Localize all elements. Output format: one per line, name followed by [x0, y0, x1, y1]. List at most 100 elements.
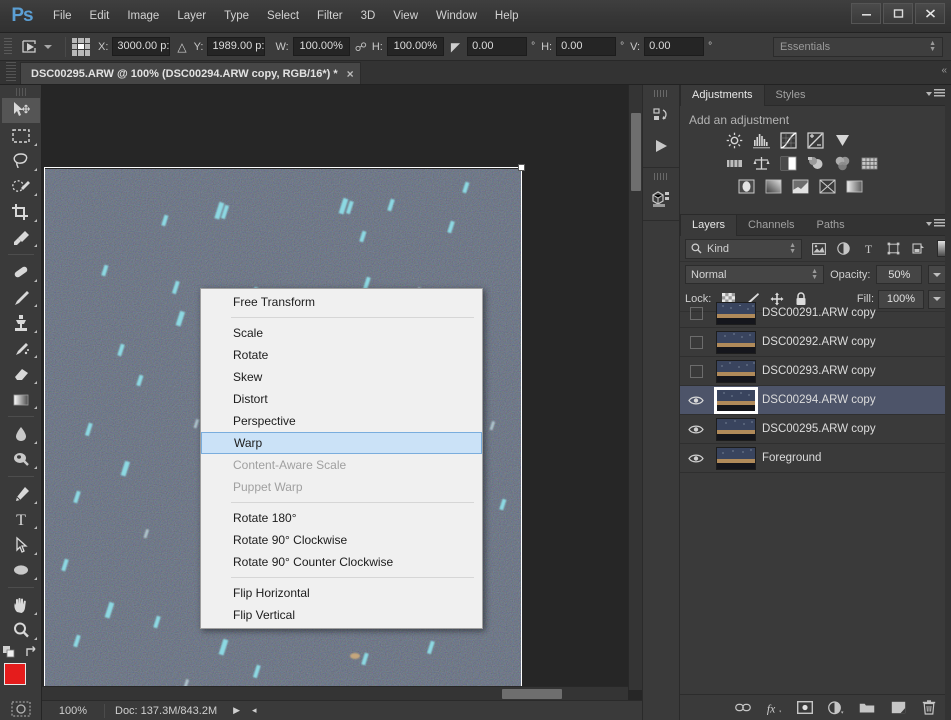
menu-item-distort[interactable]: Distort: [201, 388, 482, 410]
rectangular-marquee-tool[interactable]: [2, 123, 40, 148]
tab-styles[interactable]: Styles: [765, 85, 817, 106]
new-group-icon[interactable]: [859, 700, 875, 716]
zoom-tool[interactable]: [2, 618, 40, 643]
close-icon[interactable]: ×: [347, 67, 354, 81]
options-bar-grip[interactable]: [4, 37, 12, 56]
tool-preset-chevron-down-icon[interactable]: [44, 44, 52, 49]
menu-item-rotate-180[interactable]: Rotate 180°: [201, 507, 482, 529]
menu-edit[interactable]: Edit: [81, 7, 119, 25]
layer-thumbnail-cell[interactable]: [710, 417, 762, 441]
menu-item-free-transform[interactable]: Free Transform: [201, 291, 482, 313]
layer-visibility-toggle[interactable]: [682, 306, 710, 320]
layer-visibility-toggle[interactable]: [682, 335, 710, 349]
pen-tool[interactable]: [2, 481, 40, 506]
table-row[interactable]: DSC00294.ARW copy: [680, 386, 951, 415]
layer-visibility-toggle[interactable]: [682, 453, 710, 464]
menu-layer[interactable]: Layer: [168, 7, 215, 25]
swap-colors-icon[interactable]: [25, 645, 39, 659]
menu-item-skew[interactable]: Skew: [201, 366, 482, 388]
color-lookup-icon[interactable]: [859, 154, 879, 172]
quick-mask-icon[interactable]: [11, 701, 31, 720]
y-input[interactable]: 1989.00 p:: [207, 37, 266, 56]
layer-name[interactable]: DSC00293.ARW copy: [762, 365, 876, 377]
layer-kind-filter[interactable]: Kind ▲ ▼: [685, 238, 803, 259]
angle-input[interactable]: 0.00: [467, 37, 528, 56]
menu-window[interactable]: Window: [427, 7, 486, 25]
dock-expand-icon[interactable]: «: [941, 65, 947, 76]
shape-filter-icon[interactable]: [886, 241, 901, 256]
default-colors-icon[interactable]: [2, 645, 18, 659]
brush-tool[interactable]: [2, 285, 40, 310]
opacity-value[interactable]: 50%: [876, 265, 923, 284]
adjustments-panel-menu-icon[interactable]: [926, 89, 945, 98]
menu-item-warp[interactable]: Warp: [201, 432, 482, 454]
brightness-contrast-icon[interactable]: [724, 131, 744, 149]
tab-adjustments[interactable]: Adjustments: [680, 84, 765, 106]
move-tool-icon[interactable]: [17, 37, 43, 57]
layer-style-fx-icon[interactable]: fx: [766, 700, 782, 716]
menu-image[interactable]: Image: [118, 7, 168, 25]
menu-item-perspective[interactable]: Perspective: [201, 410, 482, 432]
eyedropper-tool[interactable]: [2, 225, 40, 250]
canvas-vertical-scrollbar[interactable]: [628, 85, 642, 690]
menu-item-scale[interactable]: Scale: [201, 322, 482, 344]
maximize-button[interactable]: [883, 3, 913, 24]
table-row[interactable]: DSC00291.ARW copy: [680, 299, 951, 328]
healing-brush-tool[interactable]: [2, 259, 40, 284]
hue-saturation-icon[interactable]: [724, 154, 744, 172]
dock-grip-2[interactable]: [654, 173, 668, 180]
menu-filter[interactable]: Filter: [308, 7, 352, 25]
vskew-input[interactable]: 0.00: [644, 37, 705, 56]
selective-color-icon[interactable]: [817, 177, 837, 195]
posterize-icon[interactable]: [763, 177, 783, 195]
layer-list[interactable]: DSC00291.ARW copy DSC00292.ARW copy DSC0…: [680, 299, 951, 689]
actions-play-icon[interactable]: [643, 131, 679, 161]
layer-name[interactable]: DSC00292.ARW copy: [762, 336, 876, 348]
menu-help[interactable]: Help: [486, 7, 528, 25]
layer-visibility-toggle[interactable]: [682, 364, 710, 378]
layer-visibility-toggle[interactable]: [682, 395, 710, 406]
tools-panel-grip[interactable]: [15, 88, 26, 96]
crop-tool[interactable]: [2, 199, 40, 224]
history-icon[interactable]: [643, 101, 679, 131]
tab-layers[interactable]: Layers: [680, 214, 738, 236]
layer-name[interactable]: Foreground: [762, 452, 821, 464]
tab-paths[interactable]: Paths: [806, 215, 856, 236]
gradient-tool[interactable]: [2, 387, 40, 412]
clone-stamp-tool[interactable]: [2, 310, 40, 335]
tab-channels[interactable]: Channels: [737, 215, 805, 236]
link-layers-icon[interactable]: [735, 700, 751, 716]
ellipse-shape-tool[interactable]: [2, 558, 40, 583]
layer-name[interactable]: DSC00295.ARW copy: [762, 423, 876, 435]
invert-icon[interactable]: [736, 177, 756, 195]
vibrance-icon[interactable]: [832, 131, 852, 149]
table-row[interactable]: DSC00293.ARW copy: [680, 357, 951, 386]
workspace-selector[interactable]: Essentials ▲ ▼: [773, 37, 943, 57]
smart-object-filter-icon[interactable]: [911, 241, 926, 256]
pixel-filter-icon[interactable]: [811, 241, 826, 256]
quick-selection-tool[interactable]: [2, 174, 40, 199]
move-tool[interactable]: [1, 97, 40, 124]
menu-type[interactable]: Type: [215, 7, 258, 25]
status-left-arrow-icon[interactable]: ◂: [252, 705, 257, 716]
opacity-stepper[interactable]: [928, 265, 947, 284]
channel-mixer-icon[interactable]: [832, 154, 852, 172]
adjustment-filter-icon[interactable]: [836, 241, 851, 256]
type-filter-icon[interactable]: T: [861, 241, 876, 256]
layer-thumbnail-cell[interactable]: [710, 301, 762, 325]
table-row[interactable]: DSC00292.ARW copy: [680, 328, 951, 357]
canvas-horizontal-scrollbar[interactable]: [42, 686, 628, 700]
foreground-color-swatch[interactable]: [3, 662, 26, 685]
add-mask-icon[interactable]: [797, 700, 813, 716]
black-white-icon[interactable]: [778, 154, 798, 172]
x-input[interactable]: 3000.00 p:: [112, 37, 171, 56]
blend-mode-select[interactable]: Normal ▲ ▼: [685, 265, 825, 284]
tab-bar-grip[interactable]: [6, 62, 16, 82]
menu-3d[interactable]: 3D: [352, 7, 385, 25]
minimize-button[interactable]: [851, 3, 881, 24]
eraser-tool[interactable]: [2, 361, 40, 386]
transform-context-menu[interactable]: Free Transform Scale Rotate Skew Distort…: [200, 288, 483, 629]
path-selection-tool[interactable]: [2, 532, 40, 557]
canvas-vertical-scroll-thumb[interactable]: [631, 113, 641, 191]
color-balance-icon[interactable]: [751, 154, 771, 172]
